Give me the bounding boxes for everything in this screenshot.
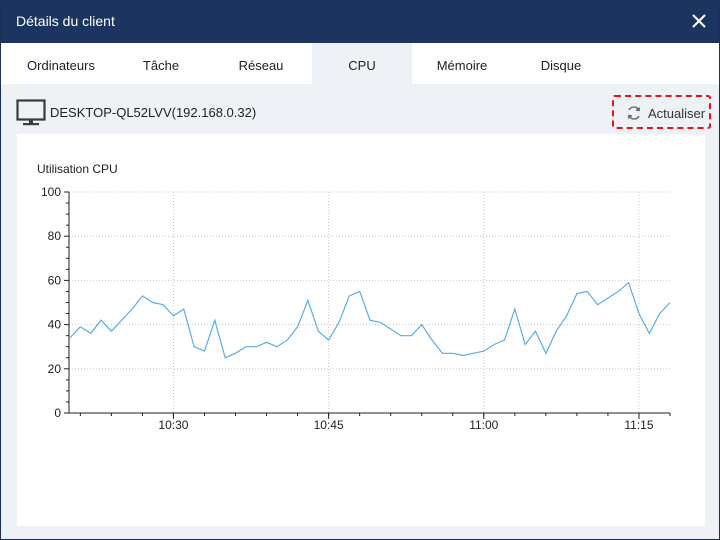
x-tick-label: 11:15 (624, 418, 653, 432)
close-button[interactable] (687, 9, 711, 33)
y-tick-label: 80 (48, 229, 62, 243)
y-tick-label: 60 (48, 273, 62, 287)
device-name: DESKTOP-QL52LVV(192.168.0.32) (50, 105, 257, 120)
refresh-button[interactable]: Actualiser (612, 95, 711, 129)
tab-reseau[interactable]: Réseau (211, 43, 311, 84)
client-details-window: Détails du client Ordinateurs Tâche Rése… (0, 0, 720, 540)
monitor-icon (16, 99, 46, 126)
y-tick-label: 0 (54, 406, 61, 420)
cpu-usage-chart: 0 20 40 60 80 100 10:30 10:45 11:00 11:15 (41, 185, 671, 432)
window-title: Détails du client (16, 13, 115, 29)
refresh-icon (627, 106, 641, 120)
tab-bar: Ordinateurs Tâche Réseau CPU Mémoire Dis… (1, 43, 719, 84)
cpu-chart-panel: Utilisation CPU 0 20 40 60 80 100 10:30 10:45 11… (17, 134, 705, 526)
tab-disque[interactable]: Disque (511, 43, 611, 84)
x-tick-label: 10:30 (158, 418, 188, 432)
x-tick-label: 10:45 (314, 418, 344, 432)
tab-memoire[interactable]: Mémoire (412, 43, 512, 84)
y-tick-label: 40 (48, 318, 62, 332)
tab-ordinateurs[interactable]: Ordinateurs (11, 43, 111, 84)
title-bar: Détails du client (1, 1, 719, 43)
cpu-usage-line (69, 281, 671, 359)
refresh-label: Actualiser (648, 106, 706, 121)
y-tick-label: 100 (41, 185, 61, 199)
close-icon (692, 14, 706, 28)
y-tick-label: 20 (48, 362, 62, 376)
tab-cpu[interactable]: CPU (312, 43, 412, 84)
tab-tache[interactable]: Tâche (111, 43, 211, 84)
x-tick-label: 11:00 (469, 418, 498, 432)
